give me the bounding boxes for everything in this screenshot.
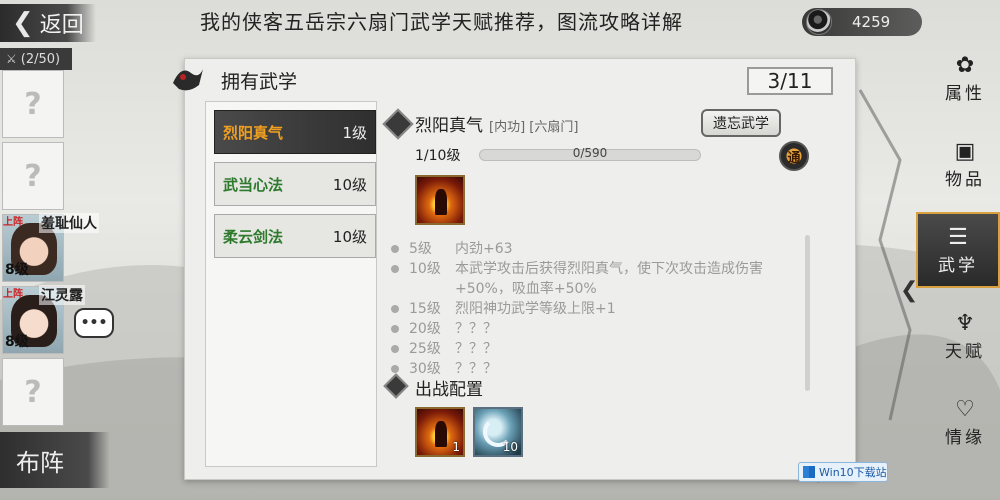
fire-skill-icon[interactable] [415,175,465,225]
hero-name: 江灵露 [39,285,85,305]
skill-item[interactable]: 武当心法 10级 [214,162,376,206]
effect-desc: ？？？ [455,341,497,357]
fire-skill-icon[interactable]: 1 [415,407,465,457]
skill-item[interactable]: 柔云剑法 10级 [214,214,376,258]
effect-desc: 本武学攻击后获得烈阳真气，使下次攻击造成伤害+50%，吸血率+50% [455,261,763,297]
empty-slot[interactable]: ? [2,70,64,138]
skill-name: 武当心法 [223,175,284,194]
menu-item-talent[interactable]: ♆ 天赋 [930,298,1000,374]
item-box-icon: ▣ [954,138,976,164]
skill-item-selected[interactable]: 烈阳真气 1级 [214,110,376,154]
effect-row: 15级 烈阳神功武学等级上限+1 [391,299,811,319]
hero-slot[interactable]: 上阵 羞耻仙人 8级 [2,213,99,282]
mastery-badge[interactable]: 通 [779,141,809,171]
hero-level: 8级 [5,334,29,350]
question-mark-icon: ? [24,158,42,194]
menu-item-attributes[interactable]: ✿ 属性 [930,40,1000,116]
formation-button[interactable]: 布阵 [0,432,110,488]
effect-desc: ？？？ [455,361,497,377]
panel-header: 拥有武学 3/11 [173,59,855,99]
currency-value: 4259 [852,13,891,31]
skill-detail: 烈阳真气 [内功] [六扇门] 遗忘武学 1/10级 0/590 通 5级 内劲+6… [382,101,833,471]
menu-label: 情缘 [945,427,985,448]
effect-desc: 烈阳神功武学等级上限+1 [455,301,616,317]
chat-bubble-icon[interactable]: ••• [74,308,114,338]
hero-level: 8级 [5,262,29,278]
skill-level: 10级 [332,227,367,246]
effect-level: 25级 [409,341,441,357]
skill-count: 3/11 [747,67,833,95]
attribute-icon: ✿ [955,52,975,78]
effect-level: 20级 [409,321,441,337]
hero-slot[interactable]: 上阵 江灵露 8级 [2,285,85,354]
empty-slot[interactable]: ? [2,358,64,426]
skill-level-progress: 1/10级 [415,148,461,164]
effect-level: 5级 [409,241,432,257]
hero-deploy-tag: 上阵 [3,289,23,300]
hero-name: 羞耻仙人 [39,213,99,233]
menu-label: 属性 [945,83,985,104]
question-mark-icon: ? [24,374,42,410]
forget-skill-button[interactable]: 遗忘武学 [701,109,781,137]
skill-list: 烈阳真气 1级 武当心法 10级 柔云剑法 10级 [205,101,377,467]
menu-label: 武学 [938,255,978,276]
menu-label: 天赋 [945,341,985,362]
menu-item-affection[interactable]: ♡ 情缘 [930,384,1000,460]
menu-label: 物品 [945,169,985,190]
talent-icon: ♆ [955,310,975,336]
hero-deploy-tag: 上阵 [3,217,23,228]
effect-list: 5级 内劲+63 10级 本武学攻击后获得烈阳真气，使下次攻击造成伤害+50%，吸血… [391,239,811,379]
skill-level: 10级 [332,175,367,194]
watermark-text: Win10下载站 [819,466,887,479]
effect-row: 5级 内劲+63 [391,239,811,259]
slot-count: 10 [502,440,518,454]
effect-desc: 内劲+63 [455,241,513,257]
slot-count: 1 [452,440,460,454]
heart-icon: ♡ [955,396,975,422]
effect-desc: ？？？ [455,321,497,337]
brush-stroke-icon [173,69,203,91]
party-icon: ⚔ [6,52,17,66]
effect-level: 15级 [409,301,441,317]
effect-level: 10级 [409,261,441,277]
party-count-text: (2/50) [20,51,61,67]
windows-logo-icon [803,466,815,478]
question-mark-icon: ? [24,86,42,122]
watermark: Win10下载站 [798,462,888,482]
martial-book-icon: ☰ [948,224,968,250]
sword-arc-icon[interactable]: 10 [473,407,523,457]
skill-title: 烈阳真气 [内功] [六扇门] [415,111,578,136]
loadout-title: 出战配置 [415,380,483,400]
coin-icon [806,9,832,35]
effect-row: 25级 ？？？ [391,339,811,359]
exp-progress-text: 0/590 [572,146,608,160]
currency-display[interactable]: 4259 [802,8,922,36]
page-title: 我的侠客五岳宗六扇门武学天赋推荐，图流攻略详解 [200,10,683,34]
empty-slot[interactable]: ? [2,142,64,210]
party-count: ⚔ (2/50) [0,48,72,70]
top-bar: ❮ 返回 我的侠客五岳宗六扇门武学天赋推荐，图流攻略详解 4259 [0,0,1000,46]
menu-item-martial-arts[interactable]: ☰ 武学 [916,212,1000,288]
skill-meta: [内功] [六扇门] [489,120,579,135]
skill-level: 1级 [342,123,367,142]
skill-name: 烈阳真气 [223,123,284,142]
martial-arts-panel: 拥有武学 3/11 烈阳真气 1级 武当心法 10级 柔云剑法 10级 烈阳真气… [173,58,856,480]
diamond-icon [382,108,414,140]
back-button[interactable]: ❮ 返回 [0,4,96,42]
chevron-left-icon: ❮ [12,8,34,38]
back-label: 返回 [39,13,84,38]
skill-name: 柔云剑法 [223,227,284,246]
panel-title: 拥有武学 [221,71,298,93]
effects-scrollbar[interactable] [805,235,810,391]
effect-row: 20级 ？？？ [391,319,811,339]
effect-row: 10级 本武学攻击后获得烈阳真气，使下次攻击造成伤害+50%，吸血率+50% [391,259,811,299]
skill-detail-name: 烈阳真气 [415,116,483,136]
formation-column: ⚔ (2/50) ? ? 上阵 羞耻仙人 8级 上阵 江灵露 8级 ? ••• … [0,44,114,500]
right-nav-menu: ❮ ✿ 属性 ▣ 物品 ☰ 武学 ♆ 天赋 ♡ 情缘 [900,30,1000,500]
menu-item-items[interactable]: ▣ 物品 [930,126,1000,202]
